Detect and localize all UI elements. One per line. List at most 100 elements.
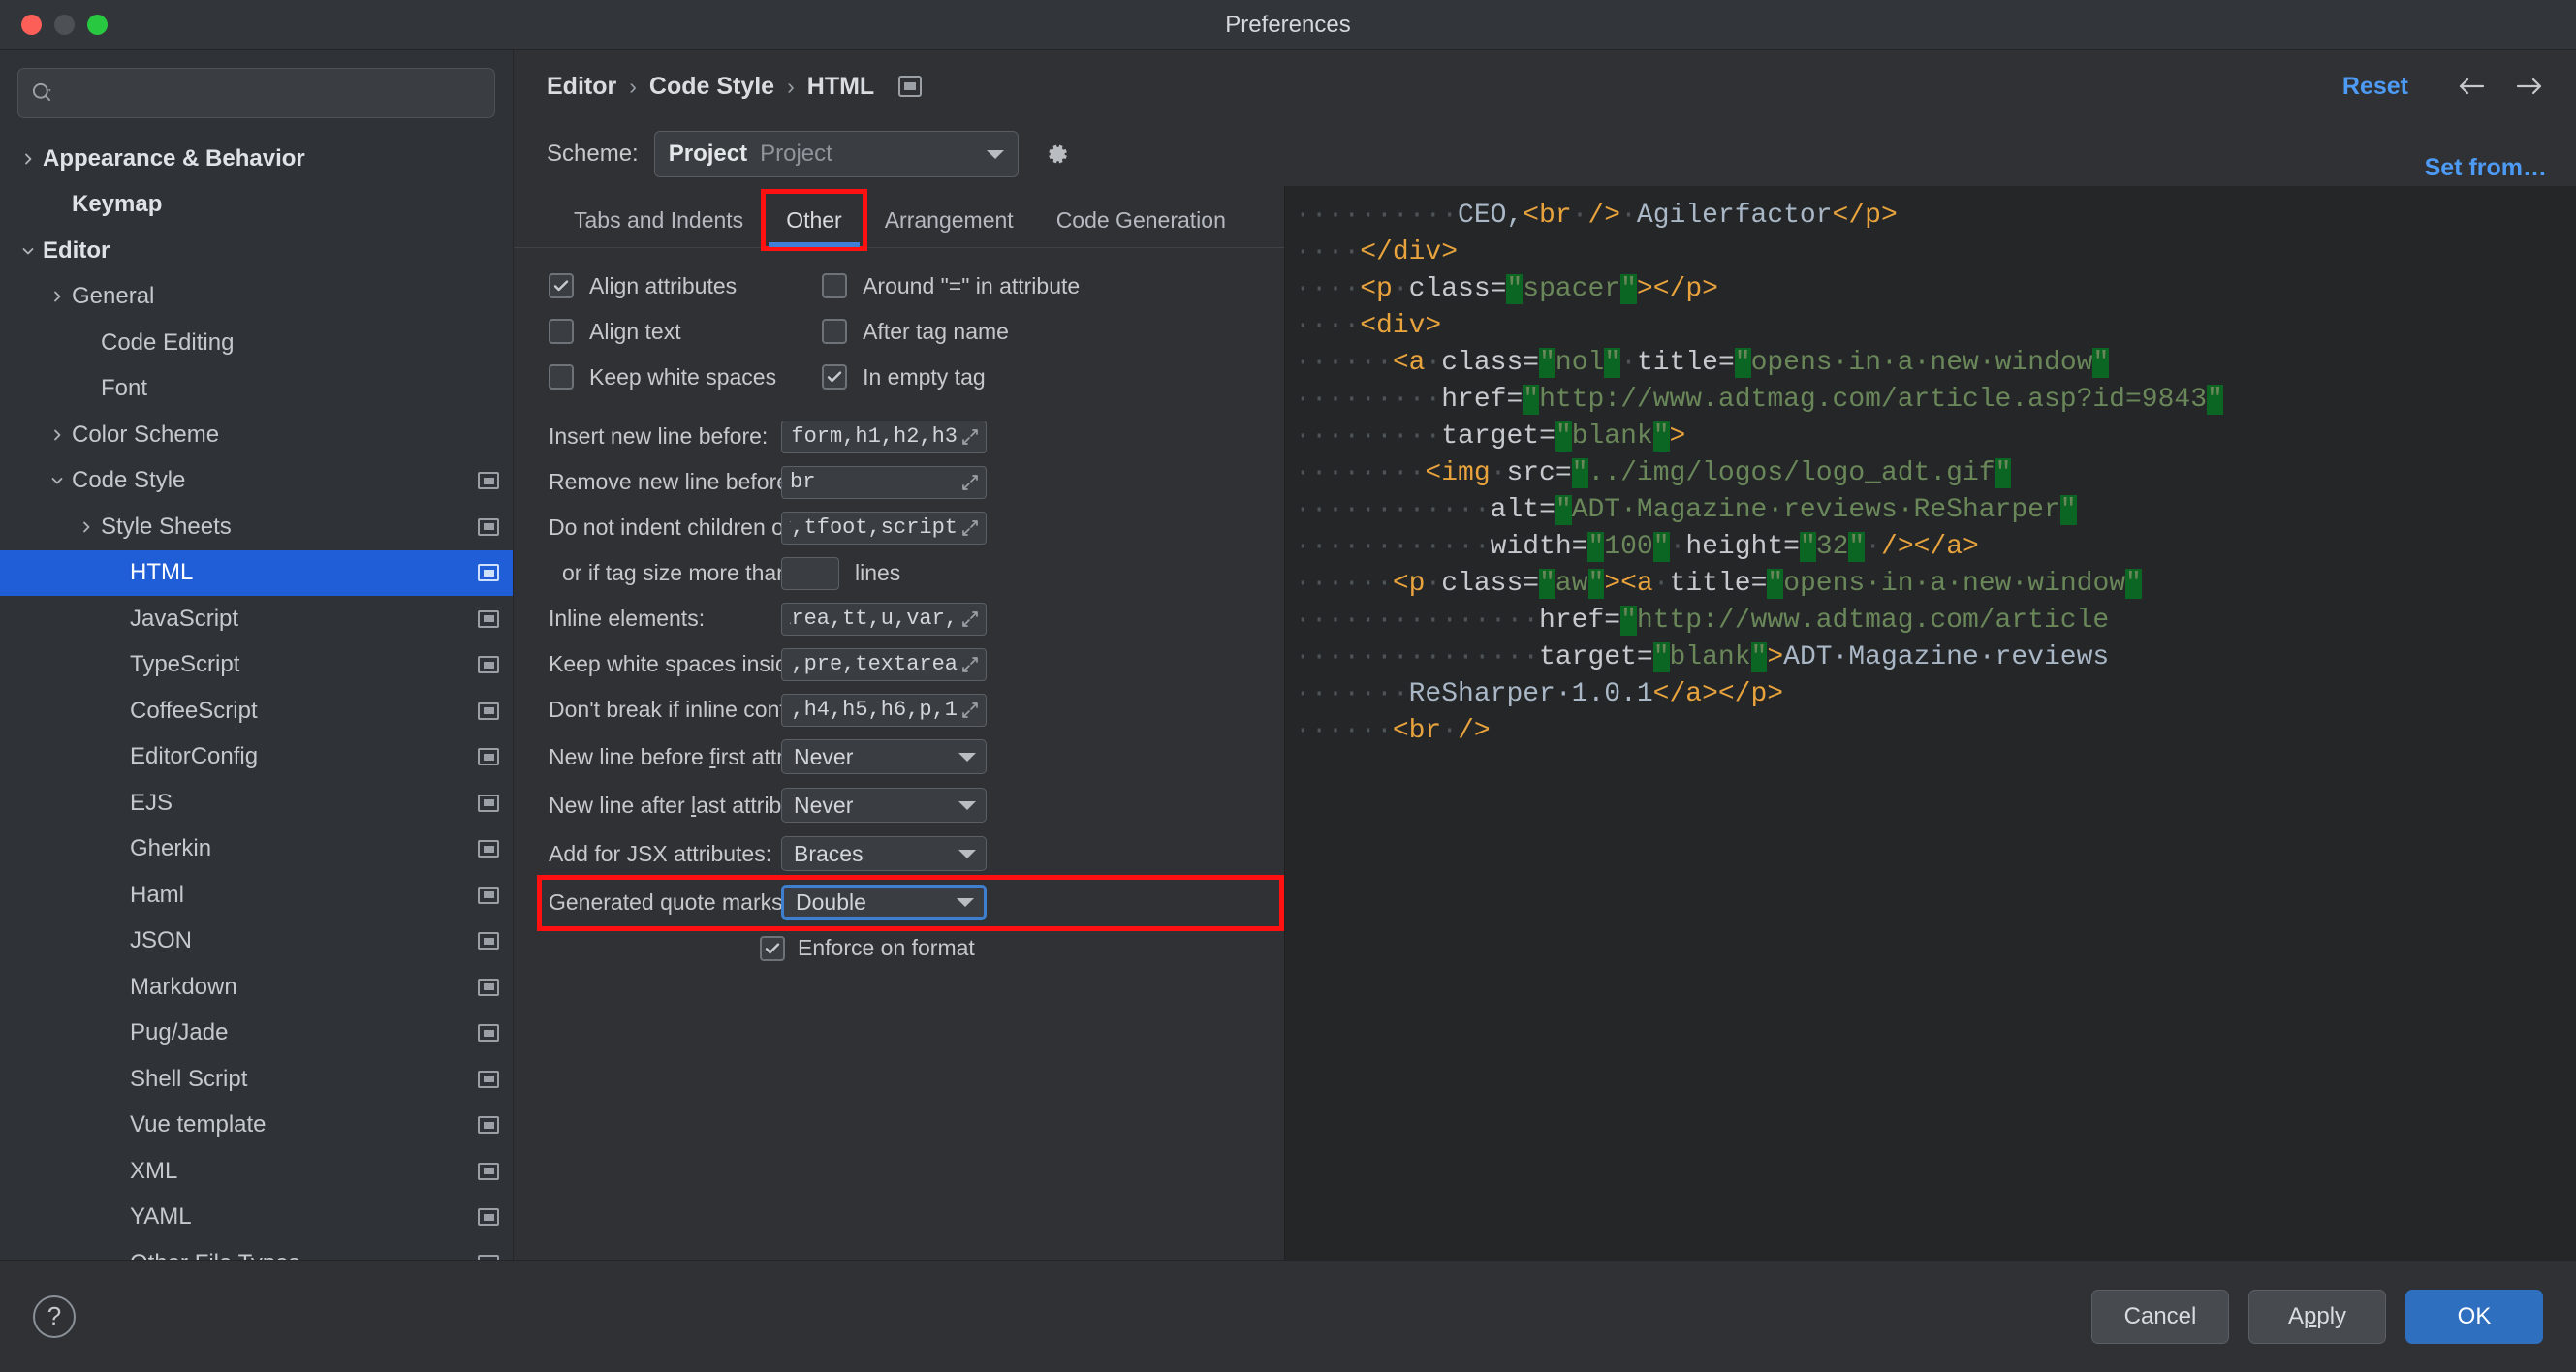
minimize-window-button[interactable]	[54, 15, 75, 35]
sidebar-item-pug-jade[interactable]: Pug/Jade	[0, 1011, 513, 1057]
scheme-label: Scheme:	[547, 140, 639, 167]
text-input-keep-white-spaces-inside[interactable]: span,pre,textarea	[781, 647, 987, 681]
expand-toggle[interactable]	[43, 290, 72, 303]
sidebar-item-appearance-behavior[interactable]: Appearance & Behavior	[0, 136, 513, 182]
sidebar-item-keymap[interactable]: Keymap	[0, 182, 513, 229]
code-line: ···············href="http://www.adtmag.c…	[1295, 606, 2110, 636]
chevron-down-icon	[986, 149, 1004, 159]
tab-tabs-and-indents[interactable]: Tabs and Indents	[552, 193, 765, 247]
ok-button[interactable]: OK	[2405, 1289, 2543, 1344]
combo-select-new-line-after-last-attribute[interactable]: Never	[781, 788, 987, 823]
help-button[interactable]: ?	[33, 1294, 76, 1338]
combo-select-add-for-jsx-attributes[interactable]: Braces	[781, 836, 987, 871]
sidebar-item-editorconfig[interactable]: EditorConfig	[0, 734, 513, 781]
forward-arrow-icon[interactable]	[2512, 73, 2547, 100]
project-scope-icon	[478, 702, 499, 720]
checkbox[interactable]	[549, 273, 574, 298]
tab-other[interactable]: Other	[761, 189, 867, 251]
text-input-do-not-indent-children-of[interactable]: tbody,tfoot,script	[781, 511, 987, 545]
combo-select-generated-quote-marks[interactable]: Double	[781, 885, 987, 920]
code-line: ········<img·src="../img/logos/logo_adt.…	[1295, 458, 2012, 488]
enforce-on-format-checkbox[interactable]	[760, 935, 785, 961]
field-row-don-t-break-if-inline-content: Don't break if inline content:1,h2,h3,h4…	[549, 690, 1284, 730]
text-input-remove-new-line-before[interactable]: br	[781, 465, 987, 499]
checkbox-row-align-text[interactable]: Align text	[549, 313, 776, 350]
text-input-inline-elements[interactable]: ,textarea,tt,u,var	[781, 602, 987, 636]
search-input[interactable]	[61, 80, 483, 106]
expand-icon[interactable]	[960, 655, 980, 674]
checkbox-row-after-tag-name[interactable]: After tag name	[822, 313, 1080, 350]
sidebar-item-general[interactable]: General	[0, 274, 513, 321]
combo-select-new-line-before-first-attribute[interactable]: Never	[781, 739, 987, 774]
breadcrumb-editor[interactable]: Editor	[547, 73, 616, 101]
sidebar-item-gherkin[interactable]: Gherkin	[0, 826, 513, 873]
expand-icon[interactable]	[960, 518, 980, 538]
checkbox[interactable]	[822, 319, 848, 344]
checkbox[interactable]	[549, 364, 574, 390]
sidebar-item-haml[interactable]: Haml	[0, 872, 513, 919]
sidebar-item-font[interactable]: Font	[0, 366, 513, 413]
sidebar-item-shell-script[interactable]: Shell Script	[0, 1056, 513, 1103]
search-box[interactable]	[17, 68, 495, 118]
sidebar-item-color-scheme[interactable]: Color Scheme	[0, 412, 513, 458]
expand-toggle[interactable]	[72, 520, 101, 534]
sidebar-item-markdown[interactable]: Markdown	[0, 964, 513, 1011]
sidebar-item-html[interactable]: HTML	[0, 549, 513, 596]
back-arrow-icon[interactable]	[2454, 73, 2489, 100]
tag-size-input[interactable]	[781, 556, 839, 590]
checkbox[interactable]	[549, 319, 574, 344]
expand-icon[interactable]	[960, 609, 980, 629]
sidebar-item-code-style[interactable]: Code Style	[0, 458, 513, 505]
collapse-toggle[interactable]	[43, 474, 72, 487]
breadcrumb-code-style[interactable]: Code Style	[649, 73, 774, 101]
text-input-insert-new-line-before[interactable]: liv,p,form,h1,h2,h3	[781, 420, 987, 453]
expand-icon[interactable]	[960, 473, 980, 492]
checkbox-label: Align text	[589, 318, 681, 344]
code-line: ············width="100"·height="32"·/></…	[1295, 532, 1979, 562]
sidebar-item-coffeescript[interactable]: CoffeeScript	[0, 688, 513, 734]
tab-arrangement[interactable]: Arrangement	[864, 193, 1035, 247]
scheme-select[interactable]: Project Project	[653, 131, 1019, 177]
cancel-button[interactable]: Cancel	[2091, 1289, 2229, 1344]
main-panel: Editor › Code Style › HTML Reset Scheme:…	[514, 50, 2576, 1260]
sidebar-item-typescript[interactable]: TypeScript	[0, 642, 513, 689]
combo-row-generated-quote-marks: Generated quote marks: Double	[537, 875, 1284, 931]
expand-icon[interactable]	[960, 701, 980, 720]
sidebar-item-vue-template[interactable]: Vue template	[0, 1103, 513, 1149]
checkbox[interactable]	[822, 273, 848, 298]
expand-icon[interactable]	[960, 427, 980, 447]
text-input-value: tbody,tfoot,script	[790, 515, 958, 540]
maximize-window-button[interactable]	[87, 15, 108, 35]
collapse-toggle[interactable]	[14, 244, 43, 258]
apply-button[interactable]: Ap ply	[2248, 1289, 2386, 1344]
close-window-button[interactable]	[21, 15, 42, 35]
sidebar-item-yaml[interactable]: YAML	[0, 1195, 513, 1241]
sidebar-item-label: Style Sheets	[101, 513, 232, 540]
reset-link[interactable]: Reset	[2342, 73, 2408, 101]
checkbox-row-keep-white-spaces[interactable]: Keep white spaces	[549, 359, 776, 395]
tab-code-generation[interactable]: Code Generation	[1035, 193, 1247, 247]
sidebar-item-javascript[interactable]: JavaScript	[0, 596, 513, 642]
sidebar-item-label: Vue template	[130, 1111, 267, 1138]
set-from-link[interactable]: Set from…	[2425, 154, 2547, 186]
checkbox-row-around-in-attribute[interactable]: Around "=" in attribute	[822, 267, 1080, 304]
scheme-settings-button[interactable]	[1034, 133, 1077, 175]
text-input-don-t-break-if-inline-content[interactable]: 1,h2,h3,h4,h5,h6,p	[781, 693, 987, 727]
sidebar-item-editor[interactable]: Editor	[0, 228, 513, 274]
checkbox-row-in-empty-tag[interactable]: In empty tag	[822, 359, 1080, 395]
sidebar-item-ejs[interactable]: EJS	[0, 780, 513, 826]
combo-label: Generated quote marks:	[549, 889, 789, 916]
sidebar-item-label: Appearance & Behavior	[43, 144, 305, 172]
field-label: Don't break if inline content:	[549, 697, 824, 722]
sidebar-item-style-sheets[interactable]: Style Sheets	[0, 504, 513, 550]
sidebar-item-json[interactable]: JSON	[0, 919, 513, 965]
checkbox[interactable]	[822, 364, 848, 390]
sidebar-item-code-editing[interactable]: Code Editing	[0, 320, 513, 366]
expand-toggle[interactable]	[43, 428, 72, 442]
enforce-on-format-row[interactable]: Enforce on format	[514, 935, 1284, 961]
breadcrumb-html[interactable]: HTML	[807, 73, 874, 101]
checkbox-row-align-attributes[interactable]: Align attributes	[549, 267, 776, 304]
expand-toggle[interactable]	[14, 152, 43, 166]
sidebar-item-other-file-types[interactable]: Other File Types	[0, 1240, 513, 1260]
sidebar-item-xml[interactable]: XML	[0, 1148, 513, 1195]
